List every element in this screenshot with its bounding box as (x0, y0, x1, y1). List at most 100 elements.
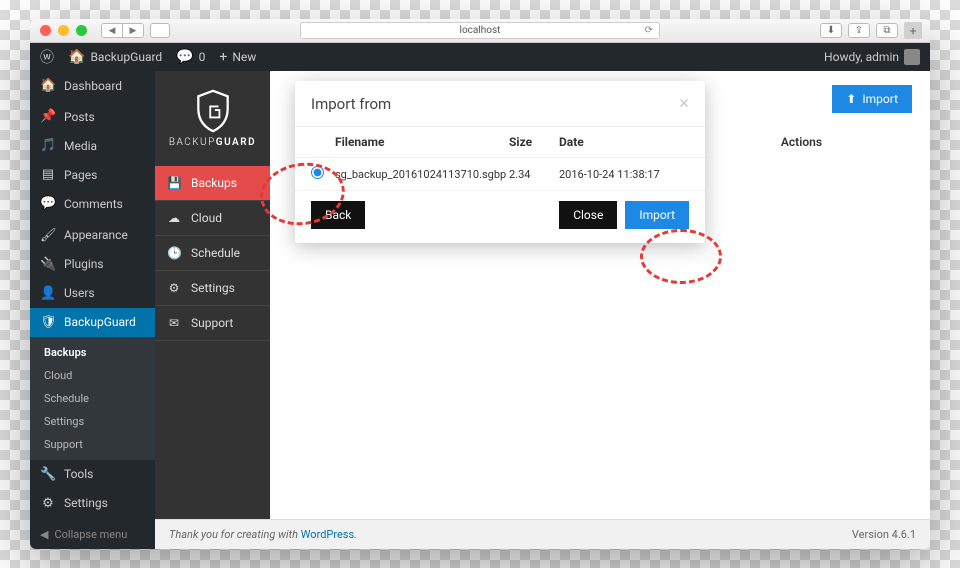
users-icon: 👤 (40, 286, 56, 301)
comments-count: 0 (199, 50, 206, 64)
sidebar-item-dashboard[interactable]: 🏠 Dashboard (30, 71, 155, 100)
plugin-nav-label: Settings (191, 281, 235, 295)
plugin-nav-settings[interactable]: ⚙ Settings (155, 271, 270, 306)
footer-thanks: Thank you for creating with (169, 528, 301, 541)
sidebar-submenu: Backups Cloud Schedule Settings Support (30, 337, 155, 460)
download-icon[interactable]: ⬇ (820, 23, 842, 38)
gear-icon: ⚙ (167, 281, 181, 295)
import-modal: Import from × Filename Size Date sg_back… (295, 81, 705, 243)
sidebar-item-users[interactable]: 👤Users (30, 279, 155, 308)
submenu-cloud[interactable]: Cloud (30, 364, 155, 387)
col-date: Date (559, 135, 689, 149)
sidebar-item-label: Settings (64, 496, 108, 510)
sidebar-item-label: Posts (64, 110, 95, 124)
sidebar-item-label: Tools (64, 467, 93, 481)
modal-close-icon[interactable]: × (679, 93, 689, 114)
plugin-nav-label: Backups (191, 176, 237, 190)
wp-version: Version 4.6.1 (852, 528, 916, 541)
share-icon[interactable]: ⇪ (848, 23, 870, 38)
brand-text-1: BACKUP (169, 137, 216, 148)
sidebar-item-label: Appearance (64, 228, 128, 242)
sidebar-item-label: Pages (64, 168, 97, 182)
col-size: Size (509, 135, 559, 149)
sidebar-item-tools[interactable]: 🔧 Tools (30, 460, 155, 489)
submenu-settings[interactable]: Settings (30, 410, 155, 433)
tabs-icon[interactable] (150, 23, 170, 38)
shield-logo-icon (194, 89, 232, 133)
clock-icon: 🕒 (167, 246, 181, 260)
dashboard-icon: 🏠 (40, 78, 56, 93)
mail-icon: ✉ (167, 316, 181, 330)
forward-button[interactable]: ▶ (122, 23, 144, 38)
sidebar-item-label: BackupGuard (64, 315, 136, 329)
mac-titlebar: ◀ ▶ localhost ⟳ ⬇ ⇪ ⧉ + (30, 19, 930, 43)
plugin-sidebar: BACKUPGUARD 💾Backups ☁ Cloud 🕒 Schedule ⚙ S… (155, 71, 270, 519)
plugin-nav-support[interactable]: ✉ Support (155, 306, 270, 341)
sidebar-item-label: Plugins (64, 257, 104, 271)
new-link[interactable]: +New (219, 49, 256, 65)
plugin-nav-label: Cloud (191, 211, 222, 225)
sidebar-item-plugins[interactable]: 🔌Plugins (30, 250, 155, 279)
sidebar-item-backupguard[interactable]: 🛡 BackupGuard (30, 308, 155, 337)
file-row[interactable]: sg_backup_20161024113710.sgbp 2.34 2016-… (295, 158, 705, 191)
modal-import-button[interactable]: Import (625, 201, 689, 229)
maximize-window-icon[interactable] (76, 25, 87, 36)
media-icon: 🎵 (40, 138, 56, 153)
wordpress-link[interactable]: WordPress (301, 528, 354, 541)
modal-title: Import from (311, 95, 391, 113)
url-bar[interactable]: localhost ⟳ (300, 22, 660, 39)
collapse-label: Collapse menu (54, 528, 127, 541)
plugin-nav-schedule[interactable]: 🕒 Schedule (155, 236, 270, 271)
site-name: BackupGuard (90, 50, 162, 64)
sidebar-item-settings[interactable]: ⚙ Settings (30, 489, 155, 518)
plugin-nav-label: Schedule (191, 246, 240, 260)
plugin-nav-label: Support (191, 316, 233, 330)
wp-logo-icon[interactable]: ⓦ (40, 47, 54, 67)
comments-link[interactable]: 💬0 (176, 49, 205, 65)
site-link[interactable]: 🏠BackupGuard (68, 49, 162, 65)
plugin-nav-cloud[interactable]: ☁ Cloud (155, 201, 270, 236)
avatar-icon (904, 49, 920, 65)
plugin-nav-backups[interactable]: 💾Backups (155, 166, 270, 201)
import-button[interactable]: ⬆Import (832, 85, 912, 113)
sidebar-item-media[interactable]: 🎵 Media (30, 131, 155, 160)
pages-icon: ▤ (40, 167, 56, 182)
col-filename: Filename (335, 135, 509, 149)
sidebar-item-pages[interactable]: ▤ Pages (30, 160, 155, 189)
new-tab-icon[interactable]: + (904, 22, 922, 39)
reload-icon[interactable]: ⟳ (645, 25, 653, 36)
submenu-backups[interactable]: Backups (30, 341, 155, 364)
minimize-window-icon[interactable] (58, 25, 69, 36)
cloud-icon: ☁ (167, 211, 181, 225)
pin-icon: 📌 (40, 109, 56, 124)
submenu-schedule[interactable]: Schedule (30, 387, 155, 410)
close-window-icon[interactable] (40, 25, 51, 36)
close-button[interactable]: Close (559, 201, 617, 229)
collapse-icon: ◀ (40, 528, 48, 541)
submenu-support[interactable]: Support (30, 433, 155, 456)
wrench-icon: 🔧 (40, 467, 56, 482)
sidebar-item-label: Media (64, 139, 97, 153)
tabs-overview-icon[interactable]: ⧉ (876, 23, 898, 38)
brand-text-2: GUARD (216, 137, 256, 148)
back-button[interactable]: Back (311, 201, 365, 229)
howdy-link[interactable]: Howdy, admin (824, 49, 920, 65)
window-controls (30, 25, 87, 36)
file-radio[interactable] (311, 166, 324, 179)
back-button[interactable]: ◀ (101, 23, 123, 38)
wp-footer: Thank you for creating with WordPress. V… (155, 519, 930, 549)
content-area: 🏠 Dashboard 📌 Posts 🎵 Media ▤ Pages 💬Comment… (30, 71, 930, 549)
collapse-menu[interactable]: ◀ Collapse menu (30, 520, 155, 549)
plugin-logo: BACKUPGUARD (155, 71, 270, 166)
shield-icon: 🛡 (40, 315, 56, 330)
file-name: sg_backup_20161024113710.sgbp (335, 168, 509, 181)
brush-icon: 🖌 (40, 228, 56, 243)
sidebar-item-label: Dashboard (64, 79, 122, 93)
sidebar-item-appearance[interactable]: 🖌 Appearance (30, 221, 155, 250)
file-date: 2016-10-24 11:38:17 (559, 168, 689, 181)
sidebar-item-posts[interactable]: 📌 Posts (30, 102, 155, 131)
gear-icon: ⚙ (40, 496, 56, 511)
new-label: New (232, 50, 256, 64)
sidebar-item-comments[interactable]: 💬Comments (30, 189, 155, 218)
wp-sidebar: 🏠 Dashboard 📌 Posts 🎵 Media ▤ Pages 💬Comment… (30, 71, 155, 549)
